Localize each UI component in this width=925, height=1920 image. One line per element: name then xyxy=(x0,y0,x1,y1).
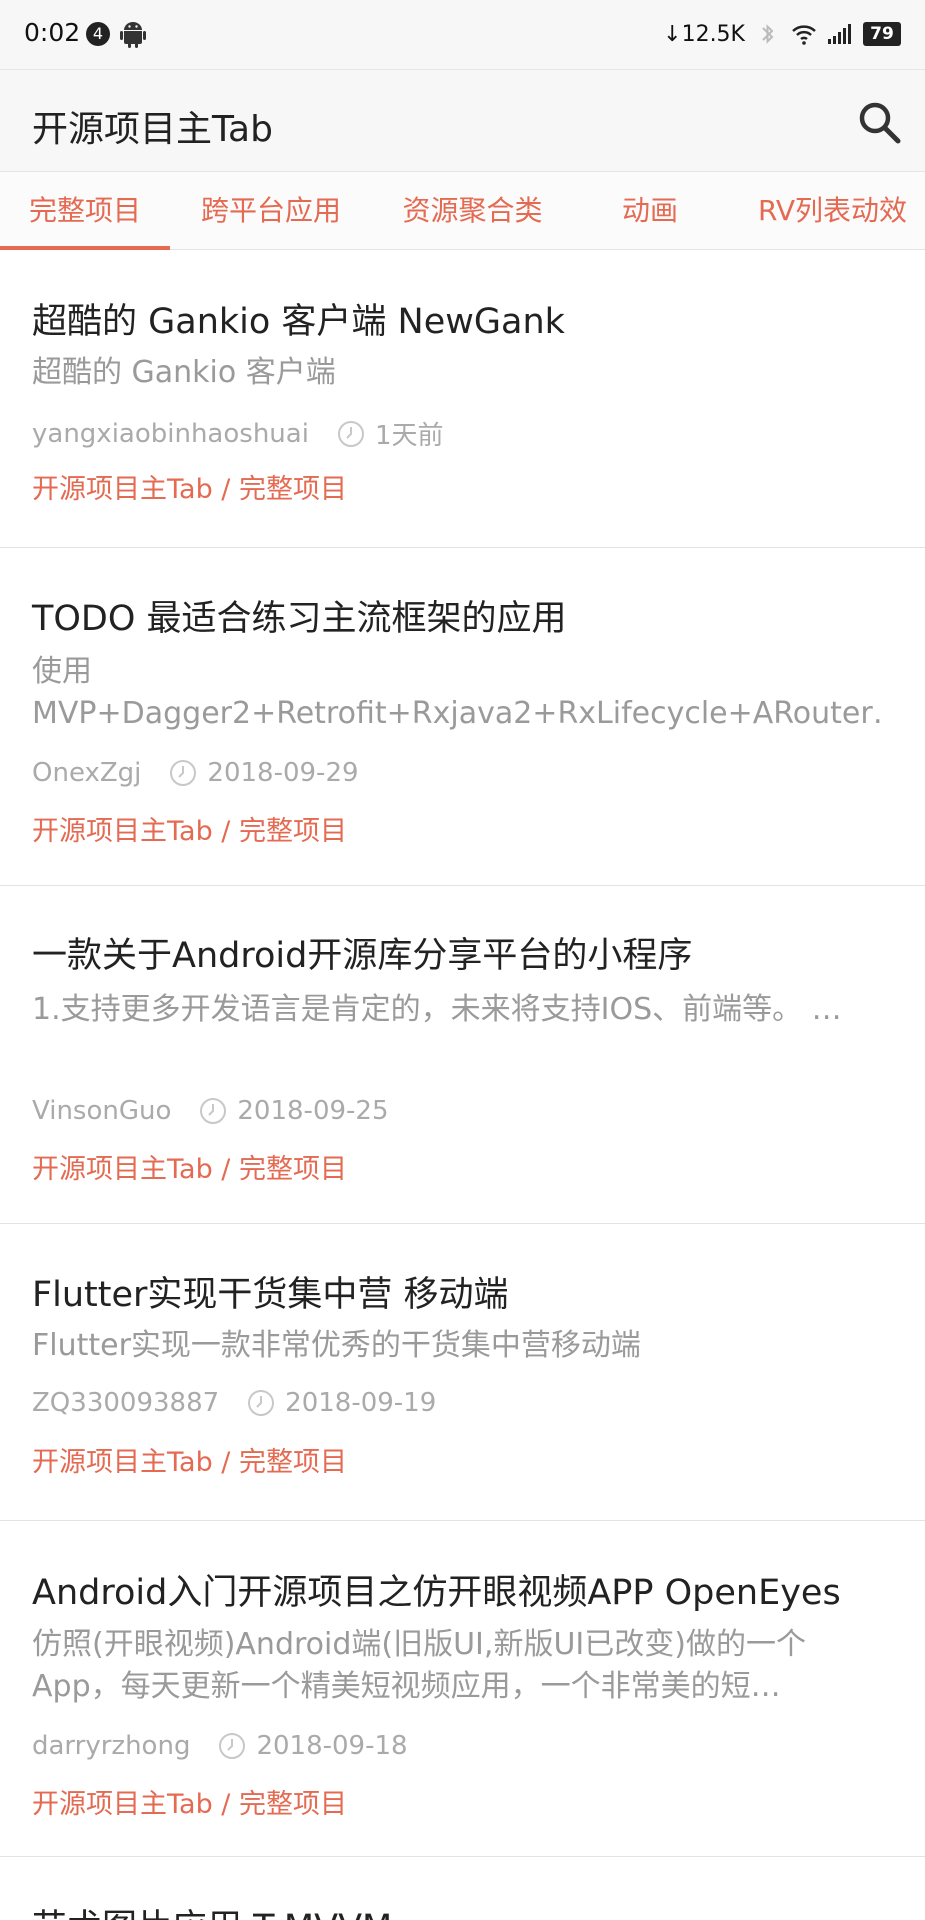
article-meta: darryrzhong 2018-09-18 xyxy=(32,1731,408,1761)
article-title: Flutter实现干货集中营 移动端 xyxy=(32,1275,509,1315)
article-item[interactable]: TODO 最适合练习主流框架的应用 使用 MVP+Dagger2+Retrofi… xyxy=(0,548,925,886)
tab-rv-list-effects[interactable]: RV列表动效 xyxy=(740,172,925,250)
page-title: 开源项目主Tab xyxy=(32,109,273,150)
clock-icon xyxy=(248,1390,275,1416)
clock-icon xyxy=(200,1098,227,1124)
article-title: Android入门开源项目之仿开眼视频APP OpenEyes xyxy=(32,1573,841,1613)
status-bar: 0:02 4 ↓12.5K 79 xyxy=(0,0,925,69)
status-time: 0:02 xyxy=(24,18,81,47)
status-icons: ↓12.5K 79 xyxy=(663,18,901,50)
clock-icon xyxy=(219,1733,246,1759)
article-chapter-link[interactable]: 开源项目主Tab / 完整项目 xyxy=(32,1440,347,1479)
article-author: ZQ330093887 xyxy=(32,1388,220,1418)
article-author: VinsonGuo xyxy=(32,1096,172,1126)
clock-icon xyxy=(170,760,197,786)
tab-cross-platform[interactable]: 跨平台应用 xyxy=(180,172,362,250)
article-chapter-link[interactable]: 开源项目主Tab / 完整项目 xyxy=(32,809,347,848)
network-speed: ↓12.5K xyxy=(663,21,745,47)
article-meta: OnexZgj 2018-09-29 xyxy=(32,758,359,788)
article-time: 2018-09-19 xyxy=(285,1388,437,1418)
article-item[interactable]: Android入门开源项目之仿开眼视频APP OpenEyes 仿照(开眼视频)… xyxy=(0,1521,925,1857)
article-chapter-link[interactable]: 开源项目主Tab / 完整项目 xyxy=(32,1147,347,1186)
article-title: TODO 最适合练习主流框架的应用 xyxy=(32,599,567,639)
article-title: 一款关于Android开源库分享平台的小程序 xyxy=(32,936,693,976)
article-description: Flutter实现一款非常优秀的干货集中营移动端 xyxy=(32,1328,641,1363)
article-author: darryrzhong xyxy=(32,1731,191,1761)
article-time: 2018-09-29 xyxy=(207,758,359,788)
clock-icon xyxy=(337,420,364,447)
article-description: 超酷的 Gankio 客户端 xyxy=(32,355,336,390)
tab-animation[interactable]: 动画 xyxy=(585,172,715,250)
article-time: 2018-09-18 xyxy=(256,1731,408,1761)
article-meta: ZQ330093887 2018-09-19 xyxy=(32,1388,436,1418)
battery-icon: 79 xyxy=(863,22,901,46)
article-chapter-link[interactable]: 开源项目主Tab / 完整项目 xyxy=(32,1782,347,1821)
category-tabs: 完整项目 跨平台应用 资源聚合类 动画 RV列表动效 xyxy=(0,172,925,250)
tab-resource-aggregation[interactable]: 资源聚合类 xyxy=(380,172,565,250)
signal-icon xyxy=(828,24,851,44)
bluetooth-icon xyxy=(762,24,774,44)
article-chapter-link[interactable]: 开源项目主Tab / 完整项目 xyxy=(32,467,347,506)
article-description: 使用 MVP+Dagger2+Retrofit+Rxjava2+RxLifecy… xyxy=(32,654,882,731)
tab-complete-projects[interactable]: 完整项目 xyxy=(0,172,170,250)
article-item[interactable]: 一款关于Android开源库分享平台的小程序 1.支持更多开发语言是肯定的，未来… xyxy=(0,886,925,1224)
article-description: 1.支持更多开发语言是肯定的，未来将支持IOS、前端等。 … xyxy=(32,992,842,1027)
article-item[interactable]: 超酷的 Gankio 客户端 NewGank 超酷的 Gankio 客户端 ya… xyxy=(0,251,925,548)
article-author: yangxiaobinhaoshuai xyxy=(32,418,309,449)
android-icon xyxy=(120,22,146,48)
article-meta: VinsonGuo 2018-09-25 xyxy=(32,1096,389,1126)
article-time: 1天前 xyxy=(374,421,444,451)
article-author: OnexZgj xyxy=(32,758,142,788)
article-title: 艺术图片应用 T-MVVM xyxy=(32,1899,392,1920)
notification-count-badge: 4 xyxy=(86,22,110,46)
article-item[interactable]: 艺术图片应用 T-MVVM xyxy=(0,1857,925,1920)
article-time: 2018-09-25 xyxy=(237,1096,389,1126)
article-meta: yangxiaobinhaoshuai 1天前 xyxy=(32,415,443,452)
article-description: 仿照(开眼视频)Android端(旧版UI,新版UI已改变)做的一个App，每天… xyxy=(32,1627,806,1704)
tab-indicator xyxy=(0,246,170,250)
app-bar: 开源项目主Tab xyxy=(0,69,925,172)
wifi-icon xyxy=(792,25,816,45)
search-icon[interactable] xyxy=(855,98,903,146)
article-title: 超酷的 Gankio 客户端 NewGank xyxy=(32,302,565,342)
article-item[interactable]: Flutter实现干货集中营 移动端 Flutter实现一款非常优秀的干货集中营… xyxy=(0,1224,925,1521)
